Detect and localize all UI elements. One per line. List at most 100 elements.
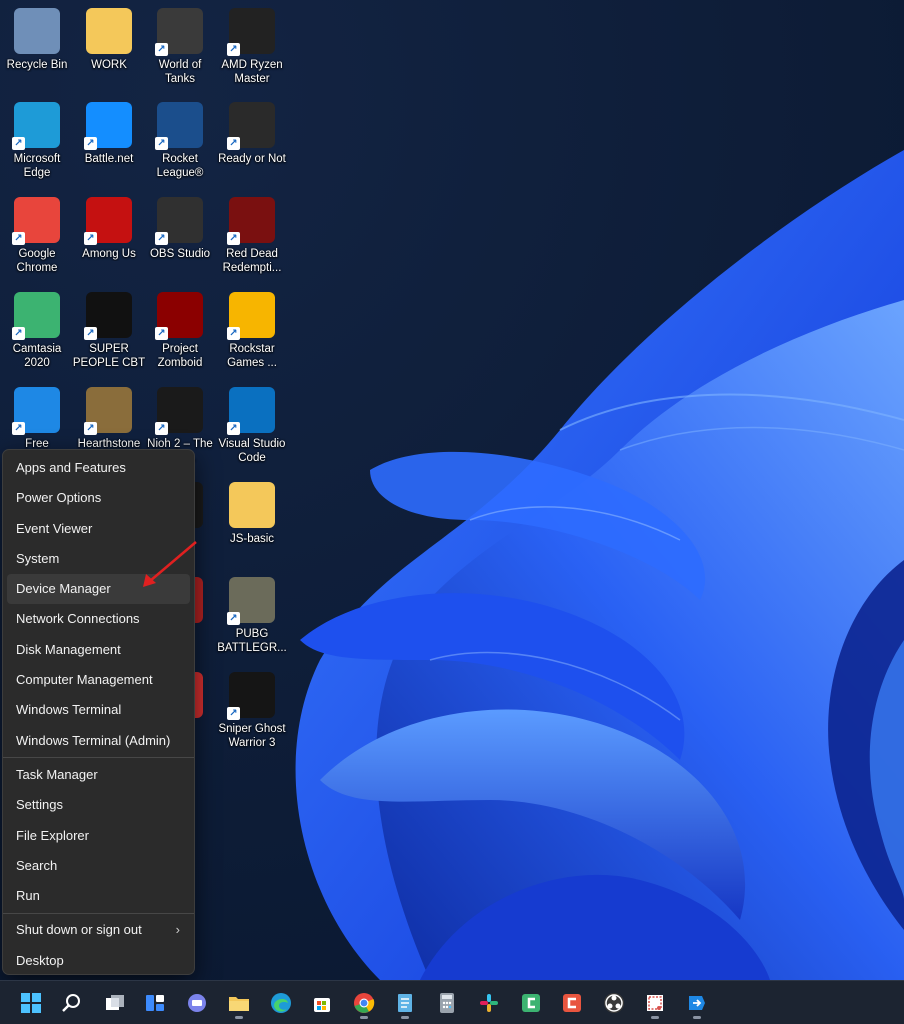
taskbar-notepad-button[interactable]: [388, 987, 422, 1019]
desktop-icon-label: OBS Studio: [149, 248, 211, 260]
taskbar-microsoft-store-button[interactable]: [305, 987, 339, 1019]
menu-item-search[interactable]: Search: [7, 851, 190, 881]
desktop-icon-label: Camtasia 2020: [12, 343, 62, 369]
menu-item-apps-and-features[interactable]: Apps and Features: [7, 453, 190, 483]
desktop-icon-label: World of Tanks: [158, 59, 202, 85]
desktop-icon-label: Recycle Bin: [6, 59, 68, 71]
menu-item-network-connections[interactable]: Network Connections: [7, 604, 190, 634]
winx-context-menu: Apps and Features Power Options Event View…: [2, 449, 195, 975]
desktop-icon-label: JS-basic: [229, 533, 275, 545]
menu-item-label: File Explorer: [16, 827, 89, 843]
desktop-icon[interactable]: ↗ Camtasia 2020: [0, 292, 74, 370]
shortcut-arrow-icon: ↗: [227, 43, 240, 56]
shortcut-arrow-icon: ↗: [155, 43, 168, 56]
desktop-icon-label: SUPER PEOPLE CBT: [72, 343, 146, 369]
shortcut-arrow-icon: ↗: [227, 137, 240, 150]
taskbar-snagit-button[interactable]: [555, 987, 589, 1019]
running-indicator: [693, 1016, 701, 1019]
desktop-icon[interactable]: ↗ Google Chrome: [0, 197, 74, 275]
taskbar-slack-button[interactable]: [472, 987, 506, 1019]
taskbar-start-button[interactable]: [14, 987, 48, 1019]
menu-item-device-manager[interactable]: Device Manager: [7, 574, 190, 605]
snipping-tool-icon: [647, 995, 663, 1011]
menu-item-shut-down-or-sign-out[interactable]: Shut down or sign out ›: [7, 915, 190, 945]
vscode-icon: ↗: [227, 387, 275, 435]
desktop-icon[interactable]: Recycle Bin: [0, 8, 74, 72]
desktop-icon[interactable]: WORK: [72, 8, 146, 72]
ready-or-not-icon: ↗: [227, 102, 275, 150]
desktop-icon[interactable]: JS-basic: [215, 482, 289, 546]
menu-item-computer-management[interactable]: Computer Management: [7, 665, 190, 695]
taskbar-calculator-button[interactable]: [430, 987, 464, 1019]
desktop-icon[interactable]: ↗ AMD Ryzen Master: [215, 8, 289, 86]
shortcut-arrow-icon: ↗: [227, 422, 240, 435]
edge-icon: ↗: [12, 102, 60, 150]
desktop-icon-label: Ready or Not: [218, 153, 286, 165]
taskbar-camtasia-button[interactable]: [514, 987, 548, 1019]
desktop-icon[interactable]: ↗ World of Tanks: [143, 8, 217, 86]
menu-item-desktop[interactable]: Desktop: [7, 946, 190, 976]
desktop-icon[interactable]: ↗ Ready or Not: [215, 102, 289, 166]
menu-item-task-manager[interactable]: Task Manager: [7, 760, 190, 790]
taskbar-teams-chat-button[interactable]: [180, 987, 214, 1019]
menu-item-disk-management[interactable]: Disk Management: [7, 635, 190, 665]
desktop-icon[interactable]: ↗ Battle.net: [72, 102, 146, 166]
menu-item-label: Desktop: [16, 952, 64, 968]
desktop-icon[interactable]: ↗ Among Us: [72, 197, 146, 261]
menu-item-label: Search: [16, 857, 58, 873]
taskbar-widgets-button[interactable]: [138, 987, 172, 1019]
running-indicator: [235, 1016, 243, 1019]
taskbar-task-view-button[interactable]: [98, 987, 132, 1019]
desktop-icon[interactable]: ↗ Hearthstone: [72, 387, 146, 451]
shortcut-arrow-icon: ↗: [84, 327, 97, 340]
menu-item-label: Windows Terminal (Admin): [16, 732, 171, 748]
menu-item-system[interactable]: System: [7, 544, 190, 574]
desktop-icon[interactable]: ↗ Visual Studio Code: [215, 387, 289, 465]
menu-item-label: Device Manager: [16, 581, 111, 597]
red-dead-redemption-icon: ↗: [227, 197, 275, 245]
shortcut-arrow-icon: ↗: [227, 232, 240, 245]
menu-item-windows-terminal[interactable]: Windows Terminal: [7, 695, 190, 725]
taskbar-obs-studio-button[interactable]: [597, 987, 631, 1019]
chrome-icon: [354, 993, 375, 1013]
taskbar-file-explorer-button[interactable]: [222, 987, 256, 1019]
desktop-icon[interactable]: ↗ SUPER PEOPLE CBT: [72, 292, 146, 370]
desktop-icon[interactable]: ↗ Rockstar Games ...: [215, 292, 289, 370]
menu-item-windows-terminal-admin[interactable]: Windows Terminal (Admin): [7, 726, 190, 756]
taskbar-edge-button[interactable]: [264, 987, 298, 1019]
obs-studio-icon: [604, 993, 624, 1013]
running-indicator: [360, 1016, 368, 1019]
taskbar-snipping-tool-button[interactable]: [638, 987, 672, 1019]
desktop-icon[interactable]: ↗ Sniper Ghost Warrior 3: [215, 672, 289, 750]
menu-item-label: Shut down or sign out: [16, 922, 142, 938]
taskbar-share-app-button[interactable]: [680, 987, 714, 1019]
notepad-icon: [398, 994, 412, 1012]
taskbar: [0, 980, 904, 1024]
taskbar-chrome-button[interactable]: [347, 987, 381, 1019]
desktop-icon[interactable]: ↗ PUBG BATTLEGR...: [215, 577, 289, 655]
desktop-icon[interactable]: ↗ Free: [0, 387, 74, 451]
taskbar-search-button[interactable]: [55, 987, 89, 1019]
battlenet-icon: ↗: [84, 102, 132, 150]
menu-item-file-explorer[interactable]: File Explorer: [7, 821, 190, 851]
menu-item-label: Disk Management: [16, 641, 121, 657]
desktop-icon-label: Microsoft Edge: [13, 153, 61, 179]
desktop-icon-label: Rocket League®: [156, 153, 204, 179]
menu-item-run[interactable]: Run: [7, 881, 190, 911]
calculator-icon: [440, 993, 454, 1013]
menu-item-label: Windows Terminal: [16, 702, 122, 718]
menu-item-label: Power Options: [16, 490, 102, 506]
shortcut-arrow-icon: ↗: [12, 232, 25, 245]
desktop-icon[interactable]: ↗ OBS Studio: [143, 197, 217, 261]
desktop-icon-label: WORK: [91, 59, 127, 71]
menu-item-event-viewer[interactable]: Event Viewer: [7, 514, 190, 544]
desktop-icon[interactable]: ↗ Rocket League®: [143, 102, 217, 180]
desktop-icon[interactable]: ↗ Project Zomboid: [143, 292, 217, 370]
chrome-icon: ↗: [12, 197, 60, 245]
menu-item-settings[interactable]: Settings: [7, 790, 190, 820]
desktop-icon[interactable]: ↗ Microsoft Edge: [0, 102, 74, 180]
menu-item-power-options[interactable]: Power Options: [7, 483, 190, 513]
menu-item-label: Settings: [16, 797, 63, 813]
shortcut-arrow-icon: ↗: [155, 327, 168, 340]
desktop-icon[interactable]: ↗ Red Dead Redempti...: [215, 197, 289, 275]
